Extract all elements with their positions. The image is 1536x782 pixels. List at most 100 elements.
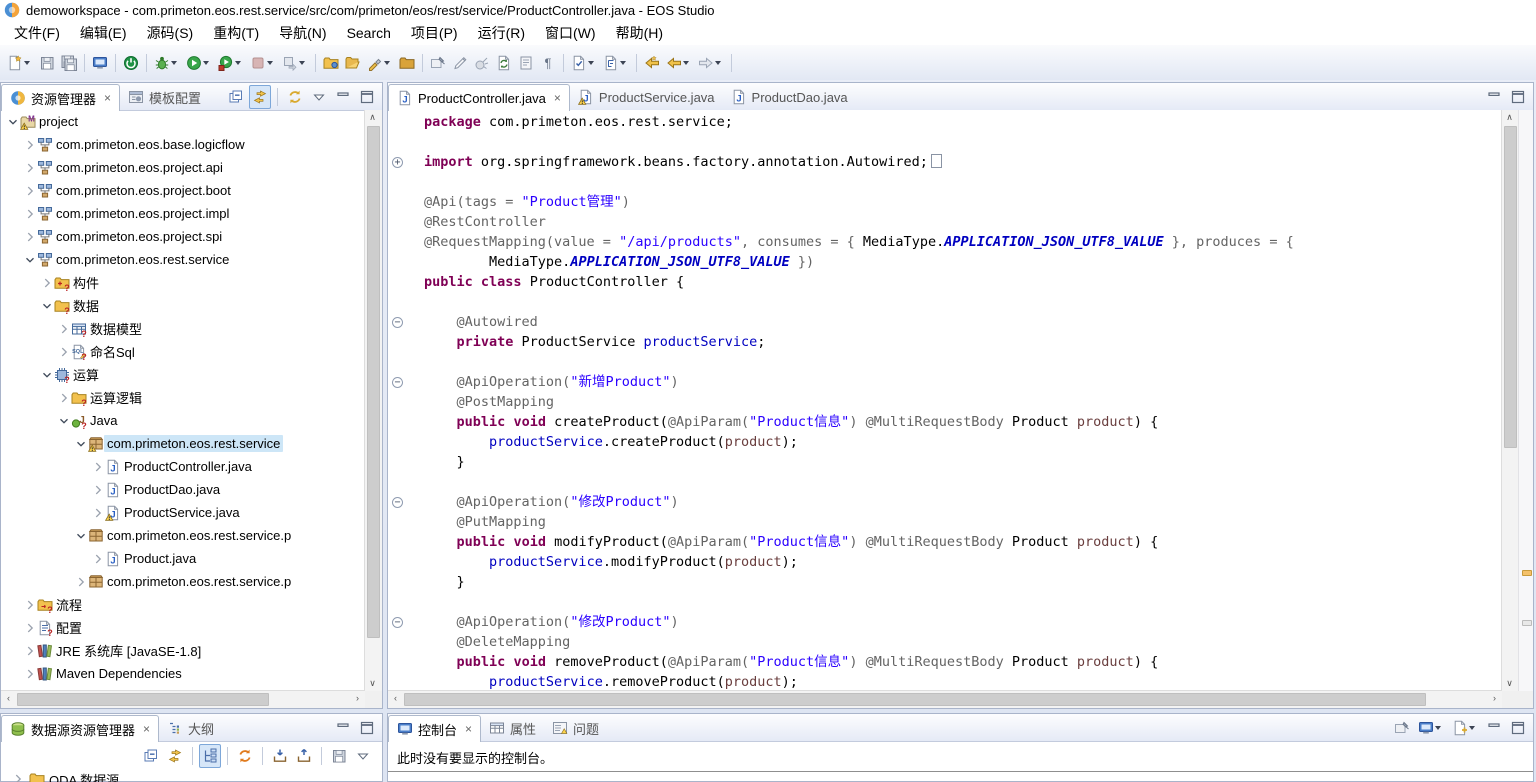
close-tab-icon[interactable]: × <box>465 722 472 736</box>
tree-item-com.primeton.eos.rest.service[interactable]: com.primeton.eos.rest.service <box>1 248 365 271</box>
tree-item-oda-datasource[interactable]: ODA 数据源 <box>1 769 382 782</box>
chevron-collapsed-icon[interactable] <box>22 161 37 175</box>
chevron-collapsed-icon[interactable] <box>22 644 37 658</box>
chevron-collapsed-icon[interactable] <box>22 230 37 244</box>
maximize-button[interactable] <box>356 716 378 740</box>
dropdown-arrow-icon[interactable] <box>715 61 721 65</box>
tab-ProductDao.java[interactable]: JProductDao.java <box>723 84 856 110</box>
menu-item-2[interactable]: 源码(S) <box>137 20 204 46</box>
chevron-expanded-icon[interactable] <box>22 253 37 267</box>
dropdown-arrow-icon[interactable] <box>235 61 241 65</box>
view-menu-button[interactable] <box>352 744 374 768</box>
chevron-expanded-icon[interactable] <box>73 437 88 451</box>
scrollbar-thumb[interactable] <box>17 693 269 706</box>
menu-item-3[interactable]: 重构(T) <box>203 20 269 46</box>
tree-item-JRE 系统库 [JavaSE-1.8][interactable]: JRE 系统库 [JavaSE-1.8] <box>1 639 365 662</box>
hierarchy-button[interactable] <box>600 51 632 75</box>
scroll-right-icon[interactable]: › <box>1487 691 1502 706</box>
menu-item-8[interactable]: 窗口(W) <box>535 20 606 46</box>
dropdown-arrow-icon[interactable] <box>299 61 305 65</box>
pin-console-button[interactable] <box>1391 716 1413 740</box>
scroll-down-icon[interactable]: ∨ <box>1502 676 1517 691</box>
back-button[interactable] <box>663 51 695 75</box>
menu-item-1[interactable]: 编辑(E) <box>70 20 137 46</box>
fold-marker[interactable]: + <box>388 152 410 172</box>
format-button[interactable] <box>449 51 471 75</box>
open-type-button[interactable] <box>320 51 342 75</box>
chevron-collapsed-icon[interactable] <box>22 207 37 221</box>
explorer-vertical-scrollbar[interactable]: ∧ ∨ <box>364 110 382 691</box>
tree-item-ProductController.java[interactable]: JProductController.java <box>1 455 365 478</box>
chevron-expanded-icon[interactable] <box>56 414 71 428</box>
dropdown-arrow-icon[interactable] <box>683 61 689 65</box>
clean-button[interactable] <box>471 51 493 75</box>
overview-annotation-mark[interactable] <box>1522 570 1532 576</box>
tree-item-Maven Dependencies[interactable]: Maven Dependencies <box>1 662 365 685</box>
chevron-collapsed-icon[interactable] <box>90 506 105 520</box>
scrollbar-thumb[interactable] <box>1504 126 1517 448</box>
dropdown-arrow-icon[interactable] <box>267 61 273 65</box>
dropdown-arrow-icon[interactable] <box>24 61 30 65</box>
chevron-collapsed-icon[interactable] <box>90 552 105 566</box>
minimize-button[interactable] <box>332 716 354 740</box>
refresh-gold-button[interactable] <box>284 85 306 109</box>
sync-button[interactable] <box>493 51 515 75</box>
tree-item-ProductDao.java[interactable]: JProductDao.java <box>1 478 365 501</box>
tree-item-com.primeton.eos.project.boot[interactable]: com.primeton.eos.project.boot <box>1 179 365 202</box>
chevron-collapsed-icon[interactable] <box>22 667 37 681</box>
chevron-expanded-icon[interactable] <box>73 529 88 543</box>
maximize-button[interactable] <box>1507 716 1529 740</box>
scroll-up-icon[interactable]: ∧ <box>365 110 380 125</box>
tree-item-ProductService.java[interactable]: JProductService.java <box>1 501 365 524</box>
load-folder-button[interactable] <box>396 51 418 75</box>
tree-item-配置[interactable]: ?配置 <box>1 616 365 639</box>
minimize-button[interactable] <box>1483 85 1505 109</box>
chevron-collapsed-icon[interactable] <box>39 276 54 290</box>
tree-item-运算[interactable]: ?运算 <box>1 363 365 386</box>
menu-item-6[interactable]: 项目(P) <box>401 20 468 46</box>
tab-ProductService.java[interactable]: JProductService.java <box>570 84 723 110</box>
fold-marker[interactable]: − <box>388 372 410 392</box>
refresh-orange-button[interactable] <box>234 744 256 768</box>
chevron-collapsed-icon[interactable] <box>22 621 37 635</box>
pin-editor-button[interactable] <box>427 51 449 75</box>
code-editor[interactable]: package com.primeton.eos.rest.service;+i… <box>388 110 1502 691</box>
tab-属性[interactable]: 属性 <box>481 715 544 741</box>
tree-item-命名Sql[interactable]: SQL?命名Sql <box>1 340 365 363</box>
maximize-button[interactable] <box>356 85 378 109</box>
close-tab-icon[interactable]: × <box>554 91 561 105</box>
save-grey-button[interactable] <box>328 744 350 768</box>
debug-button[interactable] <box>151 51 183 75</box>
scroll-right-icon[interactable]: › <box>350 691 365 706</box>
tree-item-数据模型[interactable]: ?数据模型 <box>1 317 365 340</box>
close-tab-icon[interactable]: × <box>143 722 150 736</box>
tree-item-运算逻辑[interactable]: ?运算逻辑 <box>1 386 365 409</box>
tree-item-Java[interactable]: J?Java <box>1 409 365 432</box>
dropdown-arrow-icon[interactable] <box>1435 726 1441 730</box>
tree-item-com.primeton.eos.rest.service.p[interactable]: com.primeton.eos.rest.service.p <box>1 524 365 547</box>
dropdown-arrow-icon[interactable] <box>384 61 390 65</box>
collapse-all-button[interactable] <box>225 85 247 109</box>
fold-marker[interactable]: − <box>388 612 410 632</box>
scroll-up-icon[interactable]: ∧ <box>1502 110 1517 125</box>
mark-brush-button[interactable] <box>364 51 396 75</box>
tree-item-com.primeton.eos.project.api[interactable]: com.primeton.eos.project.api <box>1 156 365 179</box>
view-menu-button[interactable] <box>308 85 330 109</box>
chevron-collapsed-icon[interactable] <box>90 460 105 474</box>
editor-vertical-scrollbar[interactable]: ∧ ∨ <box>1501 110 1519 691</box>
tab-模板配置[interactable]: 模板配置 <box>120 84 209 110</box>
save-button[interactable] <box>36 51 58 75</box>
chevron-collapsed-icon[interactable] <box>90 483 105 497</box>
dropdown-arrow-icon[interactable] <box>171 61 177 65</box>
tree-item-Product.java[interactable]: JProduct.java <box>1 547 365 570</box>
open-console-button[interactable] <box>1449 716 1481 740</box>
relaunch-button[interactable] <box>279 51 311 75</box>
tab-大纲[interactable]: 大纲 <box>159 715 222 741</box>
minimize-button[interactable] <box>332 85 354 109</box>
chevron-collapsed-icon[interactable] <box>56 391 71 405</box>
tab-资源管理器[interactable]: 资源管理器× <box>1 84 120 111</box>
fold-marker[interactable]: − <box>388 312 410 332</box>
tree-item-project[interactable]: Mproject <box>1 110 365 133</box>
menu-item-7[interactable]: 运行(R) <box>468 20 535 46</box>
scroll-left-icon[interactable]: ‹ <box>1 691 16 706</box>
